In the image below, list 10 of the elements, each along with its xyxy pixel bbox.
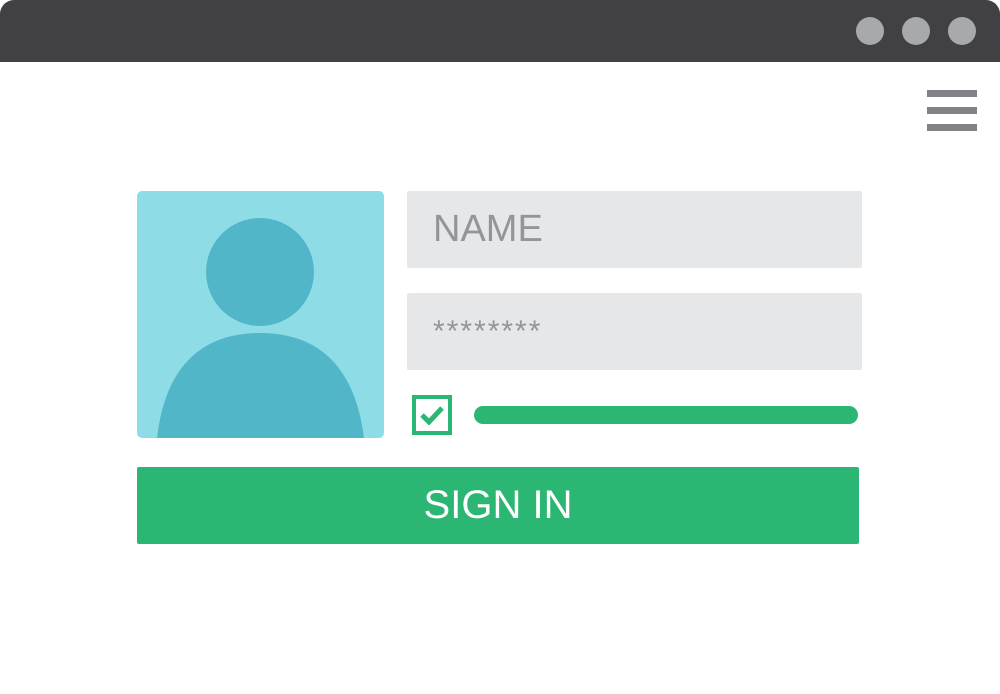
window-control-icon[interactable] xyxy=(902,17,930,45)
name-field[interactable]: NAME xyxy=(407,191,862,268)
sign-in-button[interactable]: SIGN IN xyxy=(137,467,859,544)
checkbox[interactable] xyxy=(412,395,452,435)
window-control-icon[interactable] xyxy=(856,17,884,45)
window-control-icon[interactable] xyxy=(948,17,976,45)
check-icon xyxy=(419,405,445,425)
menu-icon[interactable] xyxy=(927,90,977,131)
avatar-icon xyxy=(137,191,384,438)
password-field[interactable]: ******** xyxy=(407,293,862,370)
